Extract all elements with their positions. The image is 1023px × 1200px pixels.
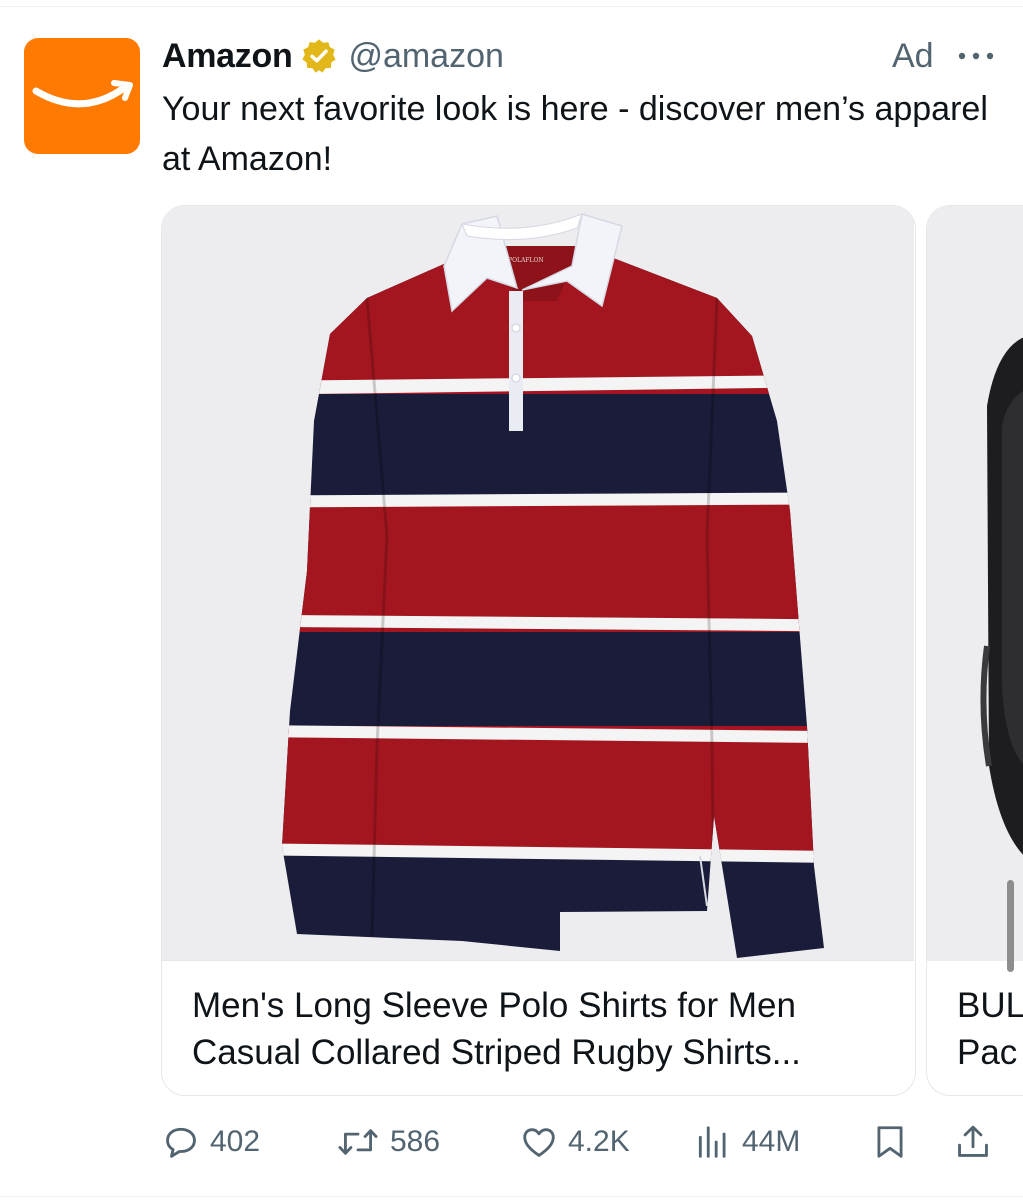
scrollbar-thumb[interactable]	[1007, 880, 1014, 972]
bottom-divider	[0, 1196, 1023, 1197]
repost-count: 586	[390, 1125, 441, 1158]
top-divider	[0, 6, 1023, 7]
like-button[interactable]: 4.2K	[520, 1116, 630, 1168]
like-count: 4.2K	[568, 1125, 630, 1158]
views-button[interactable]: 44M	[694, 1116, 800, 1168]
reply-count: 402	[210, 1125, 261, 1158]
views-count: 44M	[742, 1125, 801, 1158]
tweet-header: Amazon @amazon	[162, 36, 504, 76]
repost-icon	[338, 1129, 378, 1155]
author-name[interactable]: Amazon	[162, 37, 293, 76]
striped-rugby-shirt-image: PPOLAFLON	[282, 213, 824, 958]
share-button[interactable]	[954, 1116, 992, 1168]
repost-button[interactable]: 586	[336, 1116, 440, 1168]
bookmark-button[interactable]	[872, 1116, 908, 1168]
heart-icon	[523, 1128, 555, 1157]
tweet-text: Your next favorite look is here - discov…	[162, 90, 988, 178]
verified-badge-icon[interactable]	[300, 37, 338, 75]
share-icon	[958, 1125, 988, 1157]
product-image-next[interactable]	[927, 206, 1023, 961]
backpack-image	[980, 337, 1023, 855]
amazon-avatar[interactable]	[24, 38, 140, 154]
ad-label: Ad	[892, 37, 934, 75]
reply-icon	[166, 1127, 196, 1158]
analytics-icon	[698, 1126, 726, 1158]
reply-button[interactable]: 402	[162, 1116, 260, 1168]
bookmark-icon	[877, 1126, 903, 1158]
product-title-next[interactable]: BUL Pac	[957, 982, 1023, 1076]
amazon-smile-logo-icon	[32, 80, 133, 108]
product-image[interactable]: PPOLAFLON	[162, 206, 914, 961]
action-bar: 402 586 4.2K 44M	[0, 1116, 1023, 1168]
product-card[interactable]: PPOLAFLON Men's Long Sleeve Polo Shirts …	[161, 205, 916, 1096]
product-title[interactable]: Men's Long Sleeve Polo Shirts for Men Ca…	[192, 982, 892, 1076]
author-handle[interactable]: @amazon	[348, 37, 503, 76]
more-options-icon[interactable]	[956, 44, 996, 68]
